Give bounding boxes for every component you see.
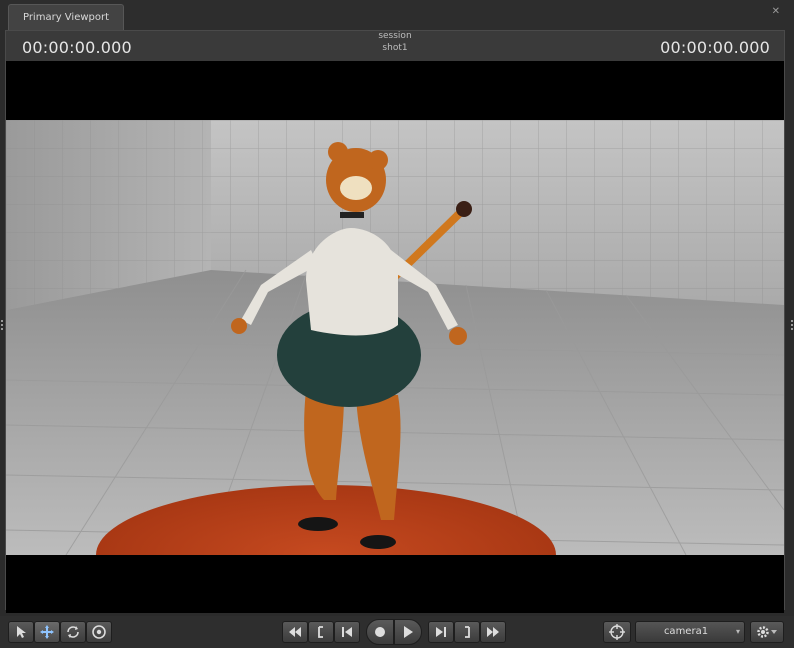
render-scene xyxy=(6,120,784,555)
scale-icon[interactable] xyxy=(86,621,112,643)
prev-marker-icon[interactable] xyxy=(308,621,334,643)
gear-icon[interactable] xyxy=(750,621,784,643)
rewind-icon[interactable] xyxy=(282,621,308,643)
tab-bar: Primary Viewport ✕ xyxy=(0,0,794,30)
camera-select[interactable]: camera1 ▾ xyxy=(635,621,745,643)
bottom-toolbar: camera1 ▾ xyxy=(0,616,794,648)
play-icon[interactable] xyxy=(394,619,422,645)
chevron-down-icon: ▾ xyxy=(735,627,740,636)
skip-to-start-icon[interactable] xyxy=(334,621,360,643)
next-marker-icon[interactable] xyxy=(454,621,480,643)
rotate-icon[interactable] xyxy=(60,621,86,643)
close-icon[interactable]: ✕ xyxy=(772,6,780,17)
tab-primary-viewport[interactable]: Primary Viewport xyxy=(8,4,124,30)
viewport-header: 00:00:00.000 session shot1 00:00:00.000 xyxy=(6,31,784,61)
select-arrow-icon[interactable] xyxy=(8,621,34,643)
timecode-right: 00:00:00.000 xyxy=(660,38,770,57)
left-resize-grip[interactable] xyxy=(0,318,4,332)
fast-forward-icon[interactable] xyxy=(480,621,506,643)
right-resize-grip[interactable] xyxy=(790,318,794,332)
camera-select-value: camera1 xyxy=(663,626,709,637)
render-viewport[interactable] xyxy=(6,61,784,613)
skip-to-end-icon[interactable] xyxy=(428,621,454,643)
move-icon[interactable] xyxy=(34,621,60,643)
record-icon[interactable] xyxy=(366,619,394,645)
target-icon[interactable] xyxy=(603,621,631,643)
